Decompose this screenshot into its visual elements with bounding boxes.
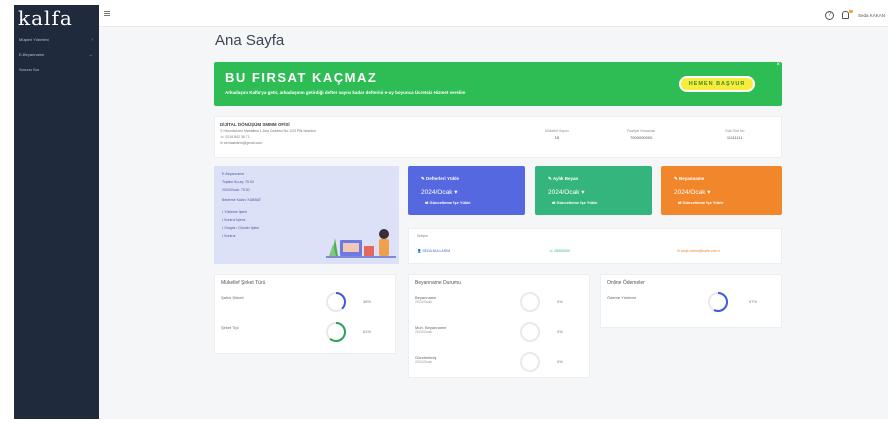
office-address: ⚲ Hüsnüsözen Mahallesi 1.Ana Caddesi No:…	[220, 129, 316, 133]
progress-ring	[326, 322, 346, 342]
office-illustration	[326, 229, 396, 258]
tile-title: ✎ Beyanname	[674, 176, 705, 181]
promo-banner: BU FIRSAT KAÇMAZ Arkadaşını Kalfa'ya get…	[214, 62, 782, 106]
row-label: Gönderilmiş 2024/Ocak	[415, 355, 437, 364]
apply-now-button[interactable]: HEMEN BAŞVUR	[679, 76, 755, 92]
row-value: 0%	[557, 329, 563, 334]
welcome-card: E-Beyanname Toplam Bu ay: 75.00 2024/Oca…	[214, 166, 399, 264]
period-select[interactable]: 2024/Ocak ▾	[548, 188, 585, 196]
app-logo[interactable]: kalfa	[14, 5, 99, 31]
sidebar: kalfa Müşteri Yönetimi › E-Beyanname ⌄ S…	[14, 5, 99, 419]
page-title: Ana Sayfa	[215, 32, 285, 49]
top-bar: ? Seda KAKAN	[99, 5, 888, 27]
user-name[interactable]: Seda KAKAN	[858, 13, 885, 18]
contact-card: İletişim 👤 SEDA BULLARIM ☏ 05000000 ✉ se…	[408, 228, 782, 264]
declaration-status-panel: Beyanname Durumu Beyanname 2024/Ocak 0% M…	[408, 274, 590, 378]
progress-row: Muh. Beyanname 2024/Ocak 0%	[415, 321, 583, 345]
period-select[interactable]: 2024/Ocak ▾	[674, 188, 711, 196]
row-label: Ödeme Yöntemi	[607, 295, 636, 300]
office-email: ✉ serdasistem@gmail.com	[220, 141, 263, 145]
progress-ring	[520, 322, 540, 342]
sidebar-item-ebeyanname[interactable]: E-Beyanname ⌄	[14, 48, 99, 61]
progress-ring	[520, 352, 540, 372]
progress-row: Şahıs Şirketi 38%	[221, 291, 389, 315]
progress-ring	[708, 292, 728, 312]
notification-badge	[849, 10, 853, 13]
chevron-down-icon: ⌄	[88, 51, 93, 58]
row-label: Beyanname 2024/Ocak	[415, 295, 437, 304]
welcome-line: Toplam Bu ay: 75.00	[222, 180, 254, 184]
row-value: 0%	[557, 359, 563, 364]
row-label: Şirket Tipi	[221, 325, 239, 330]
period-select[interactable]: 2024/Ocak ▾	[421, 188, 458, 196]
help-icon[interactable]: ?	[825, 11, 834, 20]
sidebar-item-sorunu-sor[interactable]: Sorunu Sor	[14, 63, 99, 76]
company-type-panel: Mükellef Şirket Türü Şahıs Şirketi 38% Ş…	[214, 274, 396, 354]
sidebar-item-label: Müşteri Yönetimi	[19, 37, 49, 42]
monthly-declaration-tile[interactable]: ✎ Aylık Beyan 2024/Ocak ▾ ⇄ Güncelleme İ…	[535, 166, 652, 215]
row-label: Şahıs Şirketi	[221, 295, 244, 300]
sidebar-item-musteri[interactable]: Müşteri Yönetimi ›	[14, 33, 99, 46]
office-stat: Mükellef Sayısı 18	[545, 129, 569, 140]
progress-ring	[520, 292, 540, 312]
row-value: 38%	[363, 299, 372, 304]
tile-link[interactable]: ⇄ Güncelleme İşe Yükle	[425, 200, 471, 205]
panel-title: Online Ödemeler	[607, 280, 645, 286]
contact-heading: İletişim	[417, 234, 428, 238]
office-name: DİJİTAL DÖNÜŞÜM SMMM OFİSİ	[220, 122, 290, 127]
row-label: Muh. Beyanname 2024/Ocak	[415, 325, 447, 334]
tile-link[interactable]: ⇄ Güncelleme İşe Yükle	[678, 200, 724, 205]
welcome-line[interactable]: • Kontrol	[222, 234, 235, 238]
panel-title: Beyanname Durumu	[415, 280, 461, 286]
progress-row: Beyanname 2024/Ocak 0%	[415, 291, 583, 315]
welcome-line: E-Beyanname	[222, 172, 245, 176]
office-info-card: DİJİTAL DÖNÜŞÜM SMMM OFİSİ ⚲ Hüsnüsözen …	[214, 116, 782, 158]
progress-row: Şirket Tipi 61%	[221, 321, 389, 345]
progress-row: Gönderilmiş 2024/Ocak 0%	[415, 351, 583, 375]
welcome-line[interactable]: • Yükleme İşlem	[222, 210, 247, 214]
office-stat: Faaliyet Numarası 7000000000	[627, 129, 656, 140]
office-stat: Oda Sicil No 11111111	[725, 129, 745, 140]
welcome-line: 2024/Ocak: 75.00	[222, 188, 250, 192]
row-value: 0%	[557, 299, 563, 304]
chevron-right-icon: ›	[91, 36, 93, 43]
notification-bell-icon[interactable]	[842, 11, 849, 19]
progress-ring	[326, 292, 346, 312]
contact-email[interactable]: ✉ seda.ozkan@kalfa.com.tr	[677, 249, 720, 253]
tile-title: ✎ Aylık Beyan	[548, 176, 579, 181]
sidebar-item-label: E-Beyanname	[19, 52, 45, 57]
office-phone: ☏ 0216 842 36 71	[220, 135, 250, 139]
contact-phone[interactable]: ☏ 05000000	[549, 249, 570, 253]
progress-row: Ödeme Yöntemi 57%	[607, 291, 775, 315]
row-value: 61%	[363, 329, 372, 334]
menu-toggle-icon[interactable]	[104, 11, 110, 16]
banner-subtitle: Arkadaşını Kalfa'ya getir, arkadaşının g…	[225, 90, 466, 95]
panel-title: Mükellef Şirket Türü	[221, 280, 266, 286]
upload-ledgers-tile[interactable]: ✎ Defterleri Yükle 2024/Ocak ▾ ⇄ Güncell…	[408, 166, 525, 215]
welcome-line[interactable]: • Kontrol İşlemi	[222, 218, 245, 222]
welcome-line[interactable]: • Onayla / Gönder İşlem	[222, 226, 259, 230]
tile-title: ✎ Defterleri Yükle	[421, 176, 459, 181]
banner-title: BU FIRSAT KAÇMAZ	[225, 70, 378, 85]
row-value: 57%	[749, 299, 758, 304]
tile-link[interactable]: ⇄ Güncelleme İşe Yükle	[552, 200, 598, 205]
online-payments-panel: Online Ödemeler Ödeme Yöntemi 57%	[600, 274, 782, 328]
declaration-tile[interactable]: ✎ Beyanname 2024/Ocak ▾ ⇄ Güncelleme İşe…	[661, 166, 782, 215]
close-icon[interactable]: ×	[776, 62, 780, 68]
welcome-line: Bekleme Kalan: KABBAT	[222, 198, 262, 202]
sidebar-item-label: Sorunu Sor	[19, 67, 40, 72]
contact-person[interactable]: 👤 SEDA BULLARIM	[417, 249, 450, 253]
